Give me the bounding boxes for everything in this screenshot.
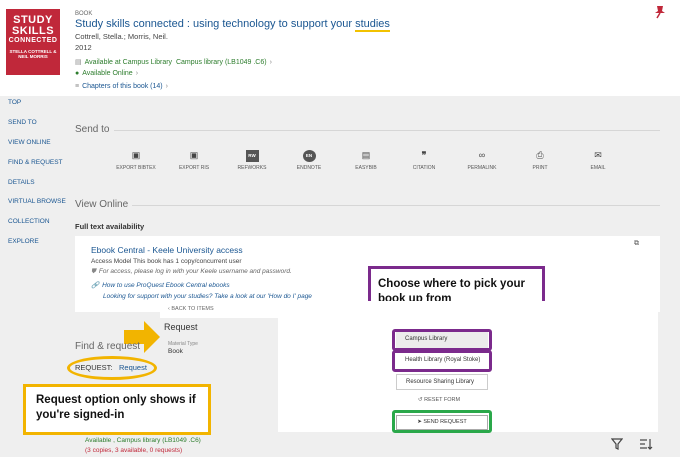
export-bibtex-icon: ▣ xyxy=(131,150,141,160)
cover-authors: STELLA COTTRELL & NEIL MORRIS xyxy=(9,49,57,59)
send-to-heading: Send to xyxy=(75,124,110,135)
cover-line-2: SKILLS xyxy=(11,25,55,37)
record-title[interactable]: Study skills connected : using technolog… xyxy=(75,18,390,32)
how-to-link[interactable]: 🔗 How to use ProQuest Ebook Central ebook… xyxy=(91,281,230,289)
easybib-button[interactable]: ▤ EASYBIB xyxy=(341,150,391,171)
nav-explore[interactable]: EXPLORE xyxy=(8,238,39,245)
online-icon: ● xyxy=(75,70,80,77)
availability-campus[interactable]: ▤ Available at Campus Library Campus libr… xyxy=(75,58,272,66)
find-request-heading: Find & request xyxy=(75,341,141,352)
cover-line-3: CONNECTED xyxy=(8,37,58,44)
record-authors: Cottrell, Stella.; Morris, Neil. xyxy=(75,32,168,41)
chevron-right-icon: › xyxy=(165,83,168,90)
material-type-label: Material Type xyxy=(168,341,198,347)
easybib-icon: ▤ xyxy=(361,150,371,160)
export-ris-icon: ▣ xyxy=(189,150,199,160)
pin-icon[interactable] xyxy=(654,5,666,19)
access-model-text: Access Model This book has 1 copy/concur… xyxy=(91,258,242,265)
pickup-highlight-ring xyxy=(392,329,492,351)
refworks-button[interactable]: RW REFWORKS xyxy=(227,150,277,171)
availability-online[interactable]: ● Available Online › xyxy=(75,70,138,77)
full-text-availability-label: Full text availability xyxy=(75,222,145,231)
signin-callout: Request option only shows if you're sign… xyxy=(23,384,211,435)
record-year: 2012 xyxy=(75,43,92,52)
support-link[interactable]: Looking for support with your studies? T… xyxy=(103,293,312,300)
divider xyxy=(114,130,660,131)
request-heading: Request xyxy=(164,322,198,332)
external-link-icon[interactable]: ⧉ xyxy=(634,240,639,248)
request-highlight-oval xyxy=(67,356,157,380)
back-to-items-button[interactable]: ‹ BACK TO ITEMS xyxy=(160,301,658,318)
nav-virtual-browse[interactable]: VIRTUAL BROWSE xyxy=(8,198,66,205)
list-icon: ≡ xyxy=(75,83,80,90)
email-icon: ✉ xyxy=(594,150,602,160)
nav-view-online[interactable]: VIEW ONLINE xyxy=(8,139,51,146)
endnote-button[interactable]: EN ENDNOTE xyxy=(284,150,334,171)
nav-find-request[interactable]: FIND & REQUEST xyxy=(8,159,63,166)
divider xyxy=(132,205,660,206)
reset-form-button[interactable]: ↺ RESET FORM xyxy=(418,397,460,403)
record-header xyxy=(0,0,680,96)
nav-details[interactable]: DETAILS xyxy=(8,179,35,186)
permalink-button[interactable]: ∞ PERMALINK xyxy=(457,150,507,171)
shield-icon: ⛊ xyxy=(91,268,96,275)
nav-collection[interactable]: COLLECTION xyxy=(8,218,50,225)
record-type: BOOK xyxy=(75,11,93,17)
chevron-right-icon: › xyxy=(269,59,272,66)
print-button[interactable]: ⎙ PRINT xyxy=(515,150,565,171)
email-button[interactable]: ✉ EMAIL xyxy=(573,150,623,171)
chevron-right-icon: › xyxy=(135,70,139,77)
nav-send-to[interactable]: SEND TO xyxy=(8,119,37,126)
endnote-icon: EN xyxy=(302,150,316,162)
export-bibtex-button[interactable]: ▣ EXPORT BIBTEX xyxy=(111,150,161,171)
bottom-availability[interactable]: Available , Campus library (LB1049 .C6) xyxy=(85,437,201,444)
book-cover-image[interactable]: STUDY SKILLS CONNECTED STELLA COTTRELL &… xyxy=(6,9,60,75)
link-icon: 🔗 xyxy=(91,282,100,289)
chapters-link[interactable]: ≡ Chapters of this book (14) › xyxy=(75,83,168,90)
permalink-icon: ∞ xyxy=(478,150,486,160)
print-icon: ⎙ xyxy=(536,150,544,160)
export-ris-button[interactable]: ▣ EXPORT RIS xyxy=(169,150,219,171)
book-icon: ▤ xyxy=(75,59,82,66)
filter-icon[interactable] xyxy=(611,438,623,450)
citation-icon: ❞ xyxy=(421,150,427,160)
copies-count: (3 copies, 3 available, 0 requests) xyxy=(85,447,183,454)
refworks-icon: RW xyxy=(245,150,259,162)
pickup-highlight-ring xyxy=(392,350,492,372)
ebook-provider-link[interactable]: Ebook Central - Keele University access xyxy=(91,245,243,255)
access-note: ⛊ For access, please log in with your Kee… xyxy=(91,268,292,275)
send-highlight-ring xyxy=(392,410,492,433)
pickup-option-resource-sharing[interactable]: Resource Sharing Library xyxy=(396,374,488,390)
material-type-value: Book xyxy=(168,348,183,355)
sort-icon[interactable] xyxy=(639,438,653,450)
citation-button[interactable]: ❞ CITATION xyxy=(399,150,449,171)
nav-top[interactable]: TOP xyxy=(8,99,21,106)
view-online-heading: View Online xyxy=(75,199,129,210)
